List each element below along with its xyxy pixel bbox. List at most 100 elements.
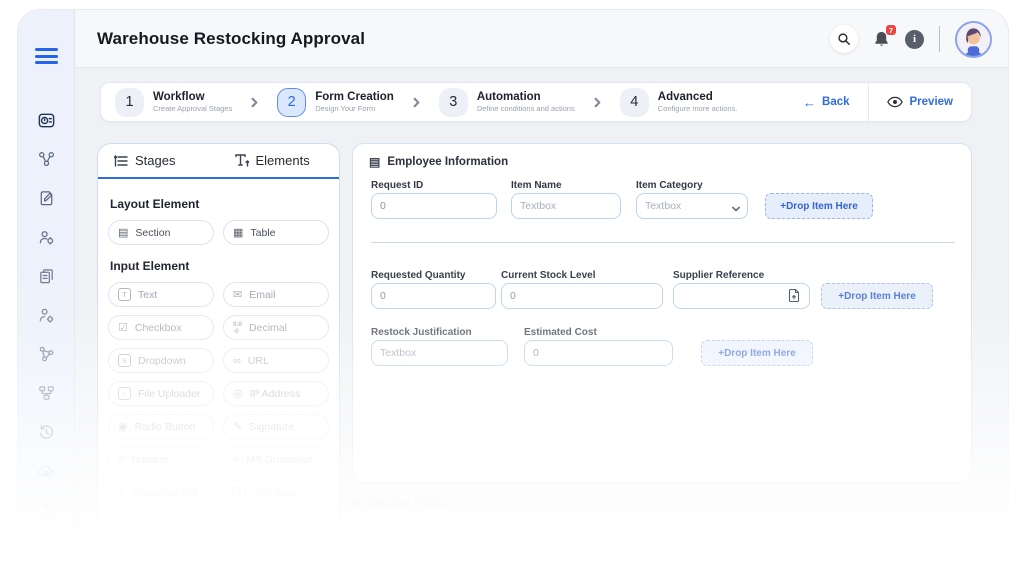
info-icon[interactable]: i <box>905 29 924 49</box>
tab-stages[interactable]: Stages <box>98 144 219 177</box>
step-subtitle: Create Approval Stages <box>153 104 233 114</box>
step-subtitle: Define conditions and actions <box>476 104 575 114</box>
estimated-cost-input[interactable] <box>524 340 673 366</box>
eye-icon <box>886 96 903 108</box>
stepper-actions: ← Back Preview <box>785 83 971 121</box>
history-icon[interactable] <box>37 422 57 442</box>
field-label: Requested Quantity <box>371 270 466 281</box>
item-name-input[interactable] <box>511 193 621 219</box>
step-subtitle: Configure more actions. <box>657 104 738 114</box>
element-pill-ms-dropdown[interactable]: ≡ MS Dropdown <box>223 447 329 472</box>
tab-elements[interactable]: Elements <box>219 144 340 177</box>
dropdown-icon: ∨ <box>118 354 131 367</box>
pill-label: Checkbox <box>134 321 182 334</box>
pill-label: File Uploader <box>138 387 201 400</box>
form-edit-icon[interactable] <box>37 188 57 208</box>
element-pill-file-uploader[interactable]: ↑ File Uploader <box>108 381 214 406</box>
layout-section-title: Layout Element <box>110 197 200 211</box>
supplier-reference-input[interactable] <box>673 283 810 309</box>
back-button[interactable]: ← Back <box>785 95 868 110</box>
user-gear-icon[interactable] <box>37 227 57 247</box>
element-icon <box>118 519 131 532</box>
chevron-right-icon <box>592 97 603 108</box>
form-canvas: ▤ Employee Information Request ID Item N… <box>352 143 972 483</box>
input-section-title: Input Element <box>110 259 190 273</box>
page-title: Warehouse Restocking Approval <box>97 29 366 48</box>
form-section-header[interactable]: ▤ Employee Information <box>369 155 508 169</box>
item-category-select[interactable] <box>636 193 748 219</box>
element-pill-table[interactable]: ▦ Table <box>223 220 329 245</box>
hierarchy-share-icon[interactable] <box>37 344 57 364</box>
users-settings-icon[interactable] <box>37 305 57 325</box>
pill-label: Text <box>138 288 158 301</box>
step-automation[interactable]: 3 Automation Define conditions and actio… <box>438 87 575 117</box>
org-chart-icon[interactable] <box>37 383 57 403</box>
step-advanced[interactable]: 4 Advanced Configure more actions. <box>619 87 738 117</box>
step-subtitle: Design Your Form <box>315 104 376 114</box>
element-pill-signature[interactable]: ✎ Signature <box>223 414 329 439</box>
form-section-title: Employee Information <box>387 156 509 168</box>
step-label: Workflow <box>153 90 205 103</box>
avatar[interactable] <box>955 20 992 58</box>
element-pill-checkbox-list[interactable]: ≡ Checkbox List <box>108 480 214 505</box>
element-icon <box>233 519 246 532</box>
file-upload-icon: ↑ <box>118 387 131 400</box>
field-label: Current Stock Level <box>501 270 596 281</box>
notifications-button[interactable]: 7 <box>873 24 897 48</box>
element-pill-dropdown[interactable]: ∨ Dropdown <box>108 348 214 373</box>
step-number: 2 <box>277 87 307 117</box>
sidebar <box>18 10 75 576</box>
panel-body: Layout Element ▤ Section ▦ Table Input Ele… <box>98 179 339 536</box>
requested-quantity-input[interactable] <box>371 283 496 309</box>
checklist-icon: ≡ <box>118 486 125 499</box>
step-form-creation[interactable]: 2 Form Creation Design Your Form <box>277 87 394 117</box>
dashboard-clock-icon[interactable] <box>37 110 57 130</box>
element-pill-checkbox[interactable]: ☑ Checkbox <box>108 315 214 340</box>
element-pill-radio-button[interactable]: ◉ Radio Button <box>108 414 214 439</box>
request-id-input[interactable] <box>371 193 497 219</box>
current-stock-level-input[interactable] <box>501 283 663 309</box>
pill-label: Text Area <box>253 486 297 499</box>
drop-zone-2[interactable]: +Drop Item Here <box>821 283 933 309</box>
pill-label: Dropdown <box>138 354 186 367</box>
element-pill-text-area[interactable]: ¶ Text Area <box>223 480 329 505</box>
app-header: Warehouse Restocking Approval 7 i <box>75 10 1008 68</box>
inactive-fields-section[interactable]: ▦ Inactive Fields <box>352 496 445 510</box>
element-pill[interactable] <box>108 513 214 536</box>
back-label: Back <box>822 96 850 108</box>
restock-justification-input[interactable] <box>371 340 508 366</box>
radio-icon: ◉ <box>118 421 128 433</box>
sitemap-icon[interactable] <box>37 500 57 520</box>
tab-label: Elements <box>255 153 310 168</box>
pill-label: IP Address <box>249 387 301 400</box>
documents-icon[interactable] <box>37 266 57 286</box>
layout-elements: ▤ Section ▦ Table <box>108 220 329 245</box>
element-pill-ip-address[interactable]: ◎ IP Address <box>223 381 329 406</box>
element-pill-url[interactable]: ∞ URL <box>223 348 329 373</box>
element-pill-text[interactable]: T Text <box>108 282 214 307</box>
step-workflow[interactable]: 1 Workflow Create Approval Stages <box>115 87 233 117</box>
step-label: Advanced <box>657 90 713 103</box>
number-icon: # <box>118 453 125 466</box>
workflow-nodes-icon[interactable] <box>37 149 57 169</box>
search-button[interactable] <box>830 25 858 53</box>
hamburger-menu-icon[interactable] <box>35 48 58 68</box>
cloud-gear-icon[interactable] <box>37 461 57 481</box>
field-label: Item Category <box>636 180 703 191</box>
element-pill-number[interactable]: # Number <box>108 447 214 472</box>
element-pill-email[interactable]: ✉ Email <box>223 282 329 307</box>
pill-label: Section <box>135 226 171 239</box>
preview-label: Preview <box>909 96 953 108</box>
element-pill-section[interactable]: ▤ Section <box>108 220 214 245</box>
field-label: Restock Justification <box>371 327 472 338</box>
pill-label: Decimal <box>249 321 287 334</box>
element-pill-decimal[interactable]: 0.0 -0 Decimal <box>223 315 329 340</box>
textarea-icon: ¶ <box>233 486 246 499</box>
element-pill[interactable] <box>223 513 329 536</box>
elements-panel: Stages Elements Layout Element ▤ Section … <box>97 143 340 537</box>
app-window: Warehouse Restocking Approval 7 i 1 Work… <box>18 10 1008 576</box>
drop-zone-1[interactable]: +Drop Item Here <box>765 193 873 219</box>
drop-zone-3[interactable]: +Drop Item Here <box>701 340 813 366</box>
preview-button[interactable]: Preview <box>869 96 971 108</box>
location-pin-icon: ◎ <box>233 388 243 400</box>
